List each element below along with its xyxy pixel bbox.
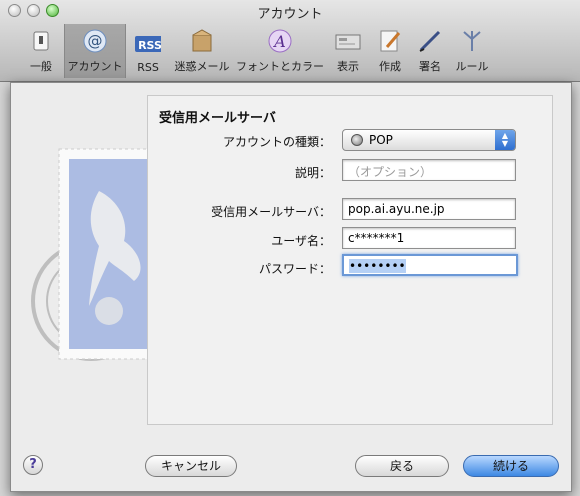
account-type-popup[interactable]: POP ▲ ▼: [342, 129, 516, 151]
tab-junk-mail[interactable]: 迷惑メール: [170, 24, 234, 78]
tab-general[interactable]: 一般: [18, 24, 64, 78]
display-icon: [335, 28, 361, 54]
window-titlebar: アカウント 一般 @ アカウント RSS RSS 迷惑メール A フォントとカラ…: [0, 0, 580, 82]
signature-icon: [417, 28, 443, 54]
account-type-label: アカウントの種類：: [222, 135, 331, 149]
section-title: 受信用メールサーバ: [159, 111, 276, 126]
incoming-server-field[interactable]: pop.ai.ayu.ne.jp: [342, 198, 516, 220]
preferences-toolbar: 一般 @ アカウント RSS RSS 迷惑メール A フォントとカラー 表示 作…: [0, 24, 580, 78]
help-button[interactable]: ?: [23, 455, 43, 475]
tab-compose[interactable]: 作成: [370, 24, 410, 78]
svg-text:RSS: RSS: [138, 39, 161, 52]
svg-text:A: A: [272, 32, 286, 51]
cancel-button[interactable]: キャンセル: [145, 455, 237, 477]
svg-text:@: @: [88, 32, 103, 50]
junk-mail-icon: [189, 28, 215, 54]
password-value: ••••••••: [349, 259, 406, 273]
tab-accounts[interactable]: @ アカウント: [64, 24, 126, 78]
globe-icon: [351, 134, 363, 146]
back-button[interactable]: 戻る: [355, 455, 449, 477]
font-color-icon: A: [267, 28, 293, 54]
switch-icon: [28, 28, 54, 54]
popup-arrows-icon: ▲ ▼: [495, 130, 515, 150]
password-field[interactable]: ••••••••: [342, 254, 518, 276]
compose-icon: [377, 28, 403, 54]
incoming-server-label: 受信用メールサーバ：: [211, 205, 331, 219]
password-label: パスワード：: [258, 262, 331, 276]
description-label: 説明：: [294, 166, 331, 180]
window-title: アカウント: [257, 7, 323, 22]
description-field[interactable]: （オプション）: [342, 159, 516, 181]
username-field[interactable]: c*******1: [342, 227, 516, 249]
tab-rules[interactable]: ルール: [450, 24, 494, 78]
rules-icon: [459, 28, 485, 54]
tab-display[interactable]: 表示: [326, 24, 370, 78]
account-setup-sheet: 受信用メールサーバ アカウントの種類： POP ▲ ▼ 説明： （オプション） 受…: [10, 82, 572, 492]
rss-icon: RSS: [135, 31, 161, 57]
username-label: ユーザ名：: [271, 234, 331, 248]
continue-button[interactable]: 続ける: [463, 455, 559, 477]
tab-signatures[interactable]: 署名: [410, 24, 450, 78]
tab-rss[interactable]: RSS RSS: [126, 24, 170, 78]
account-type-value: POP: [369, 133, 393, 147]
at-icon: @: [82, 28, 108, 54]
tab-fonts-colors[interactable]: A フォントとカラー: [234, 24, 326, 78]
mail-stamp-illustration: [31, 148, 159, 361]
